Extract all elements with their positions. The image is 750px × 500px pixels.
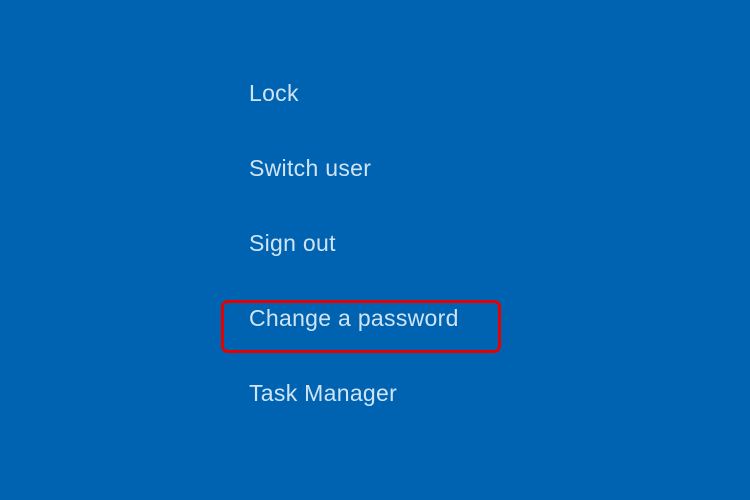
change-password-option[interactable]: Change a password — [235, 295, 473, 342]
sign-out-option[interactable]: Sign out — [235, 220, 473, 267]
switch-user-option[interactable]: Switch user — [235, 145, 473, 192]
lock-option[interactable]: Lock — [235, 70, 473, 117]
task-manager-option[interactable]: Task Manager — [235, 370, 473, 417]
security-options-menu: Lock Switch user Sign out Change a passw… — [235, 70, 473, 417]
